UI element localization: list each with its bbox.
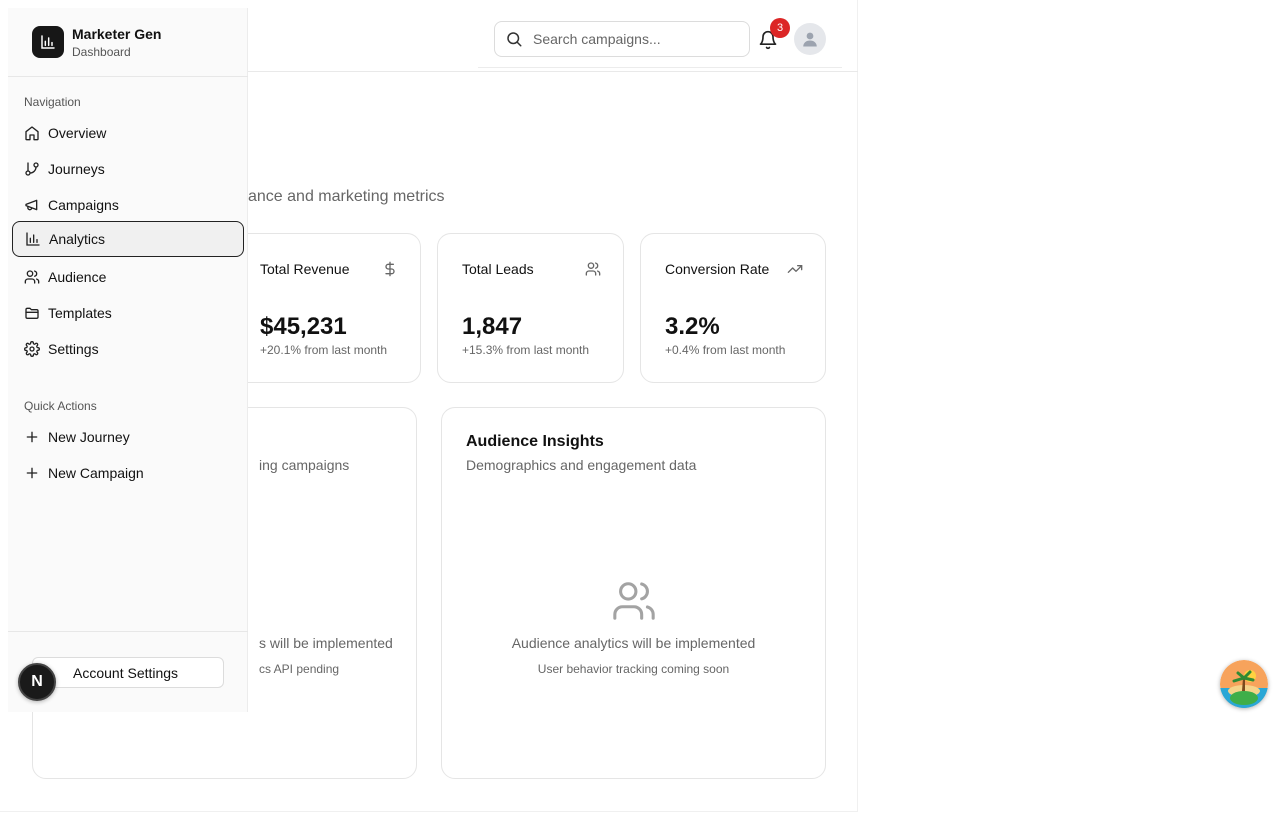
stat-change: +0.4% from last month (665, 343, 786, 357)
sidebar-item-label: Campaigns (48, 197, 119, 213)
panel-message: Audience analytics will be implemented (511, 635, 756, 651)
users-icon (585, 262, 601, 276)
stat-value: 1,847 (462, 313, 523, 340)
new-journey-button[interactable]: New Journey (12, 419, 244, 455)
island-icon (1220, 660, 1268, 708)
avatar[interactable] (794, 23, 826, 55)
search-box[interactable] (494, 21, 750, 57)
page-subtitle: ance and marketing metrics (248, 188, 445, 205)
plus-icon (26, 431, 38, 443)
bar-chart-icon (26, 232, 40, 246)
panel-message: s will be implemented (259, 635, 393, 651)
sidebar-item-label: Analytics (49, 231, 106, 247)
stat-change: +15.3% from last month (462, 343, 590, 357)
quick-actions-label: Quick Actions (24, 399, 97, 413)
header-divider (478, 67, 842, 68)
sidebar-divider (8, 631, 248, 632)
brand-logo (32, 26, 64, 58)
sidebar-item-label: Overview (48, 125, 107, 141)
stat-value: 3.2% (665, 313, 720, 340)
panel-title: Audience Insights (466, 433, 604, 450)
dollar-icon (385, 261, 395, 277)
dev-tools-badge[interactable]: N (18, 663, 56, 701)
sidebar-item-label: Settings (48, 341, 99, 357)
panel-submessage: User behavior tracking coming soon (537, 662, 730, 676)
sidebar: Marketer Gen Dashboard Navigation Overvi… (8, 8, 248, 712)
stat-title: Conversion Rate (665, 261, 770, 277)
quick-action-label: New Journey (48, 429, 130, 445)
account-settings-label: Account Settings (73, 664, 179, 681)
sidebar-item-campaigns[interactable]: Campaigns (12, 187, 244, 223)
users-icon (613, 582, 655, 620)
plus-icon (26, 467, 38, 479)
audience-insights-panel: Audience Insights Demographics and engag… (441, 407, 826, 779)
sidebar-item-label: Audience (48, 269, 107, 285)
users-icon (24, 270, 40, 284)
stat-card-leads: Total Leads 1,847 +15.3% from last month (437, 233, 624, 383)
brand-name: Marketer Gen (72, 26, 162, 42)
header-border (248, 71, 858, 72)
sidebar-item-overview[interactable]: Overview (12, 115, 244, 151)
brand-subtitle: Dashboard (72, 45, 131, 59)
sidebar-item-label: Templates (48, 305, 112, 321)
panel-description: Demographics and engagement data (466, 457, 697, 473)
account-settings-button[interactable]: Account Settings (32, 657, 224, 688)
quick-action-label: New Campaign (48, 465, 144, 481)
stat-card-conversion: Conversion Rate 3.2% +0.4% from last mon… (640, 233, 826, 383)
search-icon (507, 32, 522, 47)
megaphone-icon (25, 199, 38, 211)
folder-icon (25, 307, 39, 319)
trending-up-icon (787, 265, 803, 273)
search-input[interactable] (533, 31, 733, 47)
sidebar-item-templates[interactable]: Templates (12, 295, 244, 331)
sidebar-item-label: Journeys (48, 161, 105, 177)
stat-change: +20.1% from last month (260, 343, 388, 357)
stat-value: $45,231 (260, 313, 347, 340)
sidebar-item-audience[interactable]: Audience (12, 259, 244, 295)
gear-icon (24, 341, 40, 357)
sidebar-item-analytics[interactable]: Analytics (12, 221, 244, 257)
git-branch-icon (25, 162, 39, 176)
sidebar-divider (8, 76, 248, 77)
extension-widget[interactable] (1220, 660, 1268, 708)
stat-title: Total Leads (462, 261, 534, 277)
sidebar-item-settings[interactable]: Settings (12, 331, 244, 367)
sidebar-item-journeys[interactable]: Journeys (12, 151, 244, 187)
panel-submessage: cs API pending (259, 662, 340, 676)
nav-group-label: Navigation (24, 95, 81, 109)
stat-title: Total Revenue (260, 261, 350, 277)
bar-chart-icon (41, 35, 55, 49)
panel-description: ing campaigns (259, 457, 350, 473)
home-icon (25, 126, 39, 141)
user-avatar-icon (803, 32, 817, 47)
notification-badge: 3 (770, 18, 790, 38)
new-campaign-button[interactable]: New Campaign (12, 455, 244, 491)
